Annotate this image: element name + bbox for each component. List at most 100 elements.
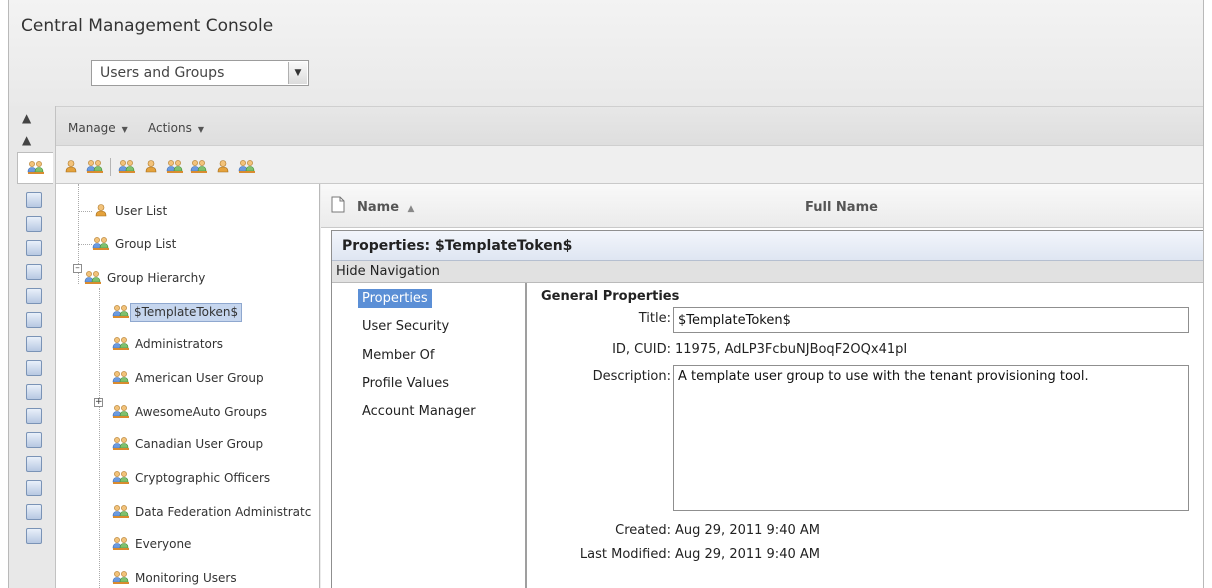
- tree-guide: [78, 211, 92, 212]
- tree-item-awesomeauto-groups[interactable]: AwesomeAuto Groups: [112, 402, 272, 422]
- action-icon-bar: [56, 146, 1203, 184]
- network-icon[interactable]: [26, 264, 42, 280]
- table-icon[interactable]: [26, 456, 42, 472]
- audit-icon[interactable]: [26, 408, 42, 424]
- last-modified-label: Last Modified:: [579, 547, 671, 562]
- actions-menu-label: Actions: [148, 121, 192, 135]
- group-icon: [112, 436, 130, 452]
- tree-item-label: Canadian User Group: [135, 436, 264, 451]
- hide-navigation-link[interactable]: Hide Navigation: [332, 261, 1203, 283]
- column-header-full-name[interactable]: Full Name: [805, 200, 878, 215]
- sort-ascending-icon: ▲: [407, 204, 415, 214]
- users-groups-tab[interactable]: [17, 152, 53, 184]
- tree-item-group-hierarchy[interactable]: Group Hierarchy: [84, 268, 210, 288]
- list-column-header: Name ▲ Full Name: [321, 184, 1203, 228]
- document-icon: [331, 196, 345, 213]
- tree-item-group-list[interactable]: Group List: [92, 234, 181, 254]
- settings-icon[interactable]: [26, 432, 42, 448]
- group-icon: [112, 536, 130, 552]
- collapse-icon[interactable]: –: [73, 264, 82, 273]
- tree-item-label: $TemplateToken$: [130, 302, 243, 322]
- id-cuid-value: 11975, AdLP3FcbuNJBoqF2OQx41pI: [675, 342, 908, 357]
- info-icon[interactable]: [26, 480, 42, 496]
- hierarchy-icon[interactable]: [238, 159, 256, 175]
- license-icon[interactable]: [26, 360, 42, 376]
- group-icon: [112, 370, 130, 386]
- header-bar: Central Management Console Users and Gro…: [9, 0, 1203, 106]
- tree-item-data-federation-administrators[interactable]: Data Federation Administratc: [112, 502, 316, 522]
- tree-item-label: Administrators: [135, 336, 224, 351]
- created-value: Aug 29, 2011 9:40 AM: [675, 523, 820, 538]
- manage-menu[interactable]: Manage ▼: [68, 121, 128, 135]
- nav-profile-values[interactable]: Profile Values: [358, 374, 453, 393]
- tree-guide: [78, 244, 92, 245]
- title-input[interactable]: [673, 307, 1189, 333]
- nav-account-manager[interactable]: Account Manager: [358, 402, 480, 421]
- tree-item-administrators[interactable]: Administrators: [112, 334, 228, 354]
- chevron-down-icon[interactable]: ▼: [288, 62, 307, 84]
- hierarchy-group-icon: [84, 270, 102, 286]
- actions-menu[interactable]: Actions ▼: [148, 121, 204, 135]
- section-title: General Properties: [541, 289, 680, 304]
- expand-icon[interactable]: +: [94, 398, 103, 407]
- remove-user-icon[interactable]: [142, 159, 160, 175]
- group-icon: [112, 336, 130, 352]
- tree-item-canadian-user-group[interactable]: Canadian User Group: [112, 434, 268, 454]
- tree-item-label: Group Hierarchy: [107, 270, 206, 285]
- column-name-label: Name: [357, 200, 400, 215]
- tree-item-american-user-group[interactable]: American User Group: [112, 368, 269, 388]
- new-group-icon[interactable]: [86, 159, 104, 175]
- toolbar-separator: [110, 158, 111, 176]
- tree-item-label: Data Federation Administratc: [135, 504, 312, 519]
- calendar-icon[interactable]: [26, 336, 42, 352]
- nav-properties[interactable]: Properties: [358, 289, 432, 308]
- tree-item-everyone[interactable]: Everyone: [112, 534, 196, 554]
- grid-icon[interactable]: [26, 384, 42, 400]
- tree-item-label: AwesomeAuto Groups: [135, 404, 268, 419]
- view-selector-value: Users and Groups: [100, 65, 225, 81]
- tree-item-template-token[interactable]: $TemplateToken$: [112, 302, 243, 322]
- cylinder-icon[interactable]: [26, 312, 42, 328]
- tree-item-user-list[interactable]: User List: [92, 201, 172, 221]
- nav-user-security[interactable]: User Security: [358, 317, 453, 336]
- tools-icon[interactable]: [26, 504, 42, 520]
- tree-item-label: Monitoring Users: [135, 570, 237, 585]
- account-manager-icon[interactable]: [190, 159, 208, 175]
- group-icon: [112, 570, 130, 586]
- caret-down-icon: ▼: [197, 125, 204, 134]
- tree-item-label: Everyone: [135, 536, 192, 551]
- tree-item-label: Group List: [115, 236, 177, 251]
- column-header-name[interactable]: Name ▲: [357, 200, 414, 215]
- menu-toolbar: Manage ▼ Actions ▼: [56, 106, 1203, 146]
- description-label: Description:: [592, 369, 671, 384]
- tree-guide: [99, 288, 100, 588]
- caret-down-icon: ▼: [121, 125, 128, 134]
- tree-item-monitoring-users[interactable]: Monitoring Users: [112, 568, 242, 588]
- refresh-icon[interactable]: [26, 528, 42, 544]
- group-icon: [112, 304, 130, 320]
- tree-item-label: User List: [115, 203, 168, 218]
- servers-icon[interactable]: [26, 240, 42, 256]
- description-textarea[interactable]: A template user group to use with the te…: [673, 365, 1189, 511]
- nav-member-of[interactable]: Member Of: [358, 346, 438, 365]
- user-icon: [92, 203, 110, 219]
- view-selector-dropdown[interactable]: Users and Groups ▼: [91, 60, 309, 86]
- tree-item-label: Cryptographic Officers: [135, 470, 271, 485]
- folders-icon[interactable]: [26, 192, 42, 208]
- join-group-icon[interactable]: [166, 159, 184, 175]
- new-user-icon[interactable]: [62, 159, 80, 175]
- inbox-icon[interactable]: [26, 216, 42, 232]
- group-icon: [92, 236, 110, 252]
- properties-icon[interactable]: [118, 159, 136, 175]
- tree-item-cryptographic-officers[interactable]: Cryptographic Officers: [112, 468, 275, 488]
- users-groups-icon: [27, 160, 45, 176]
- general-properties-panel: General Properties Title: ID, CUID: 1197…: [526, 283, 1203, 588]
- cmc-window: Central Management Console Users and Gro…: [8, 0, 1204, 588]
- app-title: Central Management Console: [21, 16, 274, 36]
- database-icon[interactable]: [26, 288, 42, 304]
- delete-icon[interactable]: [214, 159, 232, 175]
- scroll-up-icon[interactable]: ▲: [22, 134, 31, 146]
- collapse-top-icon[interactable]: ▲: [22, 112, 31, 124]
- properties-dialog: Properties: $TemplateToken$ Hide Navigat…: [331, 230, 1203, 588]
- left-icon-strip: ▲ ▲: [9, 106, 56, 588]
